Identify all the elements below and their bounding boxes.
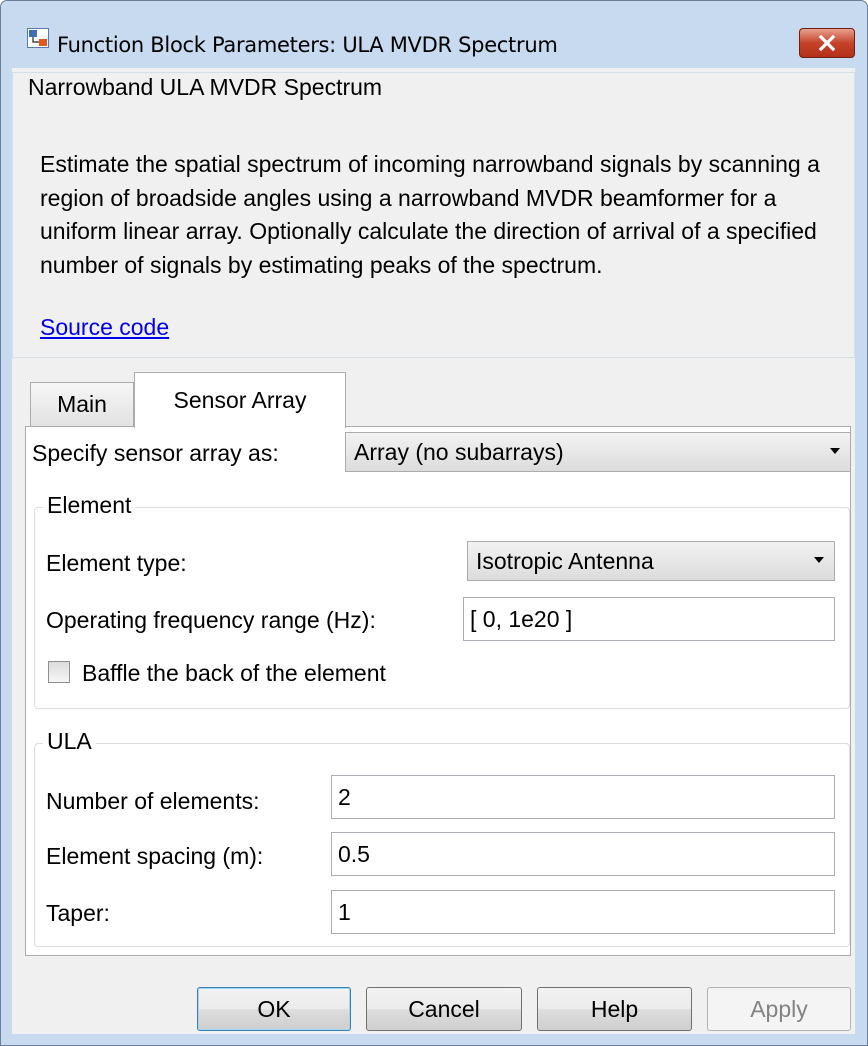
dropdown-arrow-icon	[830, 448, 840, 454]
element-type-value: Isotropic Antenna	[476, 547, 654, 574]
simulink-block-icon	[27, 28, 49, 48]
operating-frequency-input[interactable]: [ 0, 1e20 ]	[463, 597, 835, 641]
element-spacing-label: Element spacing (m):	[46, 843, 264, 869]
baffle-checkbox[interactable]	[48, 661, 70, 683]
tab-sensor-array-label: Sensor Array	[173, 387, 307, 413]
block-description: Estimate the spatial spectrum of incomin…	[40, 151, 820, 278]
specify-sensor-array-value: Array (no subarrays)	[354, 438, 564, 465]
tab-main[interactable]: Main	[30, 382, 134, 426]
element-spacing-input[interactable]: 0.5	[331, 832, 835, 876]
ula-group-title: ULA	[43, 728, 96, 755]
number-of-elements-label: Number of elements:	[46, 788, 260, 814]
cancel-button[interactable]: Cancel	[366, 987, 522, 1031]
element-type-dropdown[interactable]: Isotropic Antenna	[467, 541, 835, 581]
specify-sensor-array-label: Specify sensor array as:	[32, 440, 279, 466]
close-button[interactable]	[799, 28, 855, 58]
tab-sensor-array[interactable]: Sensor Array	[134, 372, 346, 428]
ok-button[interactable]: OK	[197, 987, 351, 1031]
window-title: Function Block Parameters: ULA MVDR Spec…	[57, 33, 558, 57]
dropdown-arrow-icon	[814, 557, 824, 563]
help-button[interactable]: Help	[537, 987, 692, 1031]
baffle-label: Baffle the back of the element	[82, 660, 386, 686]
operating-frequency-label: Operating frequency range (Hz):	[46, 607, 376, 633]
element-type-label: Element type:	[46, 550, 187, 576]
taper-label: Taper:	[46, 900, 110, 926]
source-code-link[interactable]: Source code	[40, 314, 169, 341]
close-icon	[818, 35, 836, 51]
specify-sensor-array-dropdown[interactable]: Array (no subarrays)	[345, 432, 851, 472]
taper-input[interactable]: 1	[331, 890, 835, 934]
description-group-title: Narrowband ULA MVDR Spectrum	[24, 74, 387, 101]
apply-button[interactable]: Apply	[707, 987, 851, 1031]
number-of-elements-input[interactable]: 2	[331, 775, 835, 819]
title-bar[interactable]: Function Block Parameters: ULA MVDR Spec…	[1, 1, 867, 58]
element-group-title: Element	[43, 492, 136, 519]
tab-main-label: Main	[57, 391, 107, 417]
